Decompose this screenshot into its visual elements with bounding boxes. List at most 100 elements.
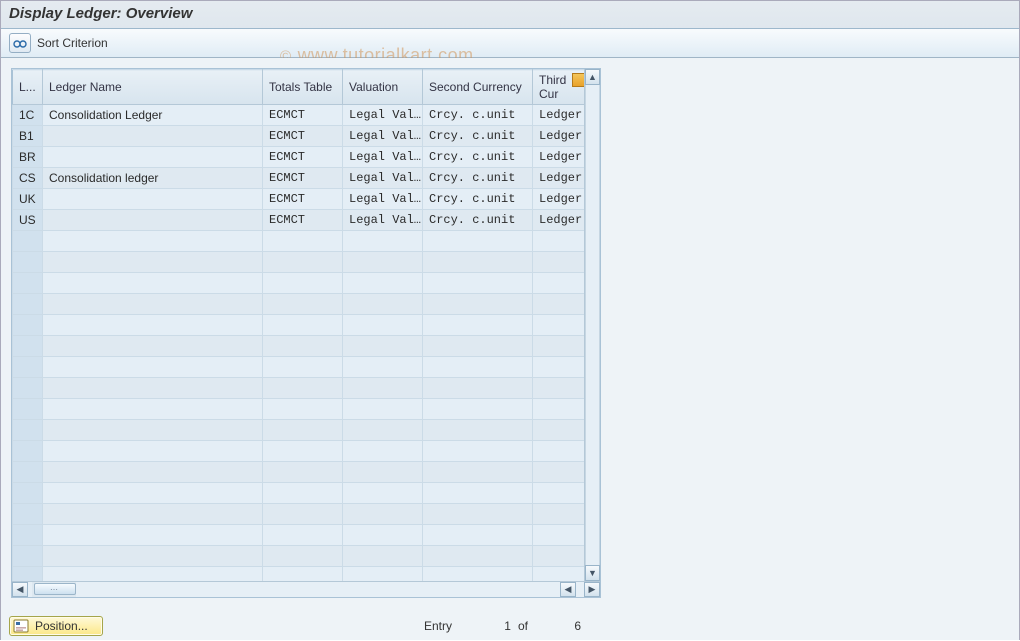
cell-code[interactable]: B1	[13, 126, 43, 147]
configure-columns-icon[interactable]	[572, 73, 584, 87]
cell-totals[interactable]: ECMCT	[263, 126, 343, 147]
cell-empty[interactable]	[43, 378, 263, 399]
cell-empty[interactable]	[343, 357, 423, 378]
cell-empty[interactable]	[423, 357, 533, 378]
scroll-left2-button[interactable]: ◀	[560, 582, 576, 597]
vertical-scrollbar[interactable]: ▲ ▼	[584, 69, 600, 581]
scroll-track-h[interactable]	[76, 582, 560, 597]
table-row-empty[interactable]	[13, 252, 585, 273]
cell-third-currency[interactable]: Ledger c	[533, 105, 585, 126]
table-row-empty[interactable]	[13, 294, 585, 315]
cell-empty[interactable]	[343, 315, 423, 336]
cell-name[interactable]	[43, 126, 263, 147]
table-row-empty[interactable]	[13, 441, 585, 462]
cell-empty[interactable]	[533, 525, 585, 546]
table-row-empty[interactable]	[13, 462, 585, 483]
cell-code[interactable]: US	[13, 210, 43, 231]
scroll-right-button[interactable]: ▶	[584, 582, 600, 597]
table-row-empty[interactable]	[13, 231, 585, 252]
cell-empty[interactable]	[43, 294, 263, 315]
scroll-track-h-left[interactable]	[28, 582, 32, 597]
cell-empty[interactable]	[13, 294, 43, 315]
cell-empty[interactable]	[423, 399, 533, 420]
cell-empty[interactable]	[423, 336, 533, 357]
cell-empty[interactable]	[263, 567, 343, 582]
cell-empty[interactable]	[263, 378, 343, 399]
cell-empty[interactable]	[13, 231, 43, 252]
cell-totals[interactable]: ECMCT	[263, 147, 343, 168]
cell-empty[interactable]	[13, 336, 43, 357]
cell-valuation[interactable]: Legal Val…	[343, 105, 423, 126]
table-row-empty[interactable]	[13, 504, 585, 525]
cell-empty[interactable]	[43, 546, 263, 567]
cell-empty[interactable]	[423, 420, 533, 441]
cell-name[interactable]: Consolidation Ledger	[43, 105, 263, 126]
sort-criterion-label[interactable]: Sort Criterion	[37, 36, 108, 50]
cell-empty[interactable]	[533, 420, 585, 441]
cell-empty[interactable]	[43, 420, 263, 441]
cell-name[interactable]	[43, 189, 263, 210]
cell-third-currency[interactable]: Ledger c	[533, 126, 585, 147]
cell-empty[interactable]	[13, 525, 43, 546]
cell-empty[interactable]	[343, 294, 423, 315]
cell-empty[interactable]	[533, 357, 585, 378]
cell-empty[interactable]	[533, 315, 585, 336]
cell-totals[interactable]: ECMCT	[263, 168, 343, 189]
table-row-empty[interactable]	[13, 399, 585, 420]
cell-empty[interactable]	[423, 378, 533, 399]
cell-empty[interactable]	[533, 336, 585, 357]
cell-empty[interactable]	[343, 462, 423, 483]
cell-empty[interactable]	[263, 273, 343, 294]
cell-empty[interactable]	[343, 504, 423, 525]
cell-third-currency[interactable]: Ledger c	[533, 147, 585, 168]
cell-empty[interactable]	[423, 273, 533, 294]
cell-totals[interactable]: ECMCT	[263, 189, 343, 210]
cell-empty[interactable]	[13, 441, 43, 462]
table-row-empty[interactable]	[13, 420, 585, 441]
cell-empty[interactable]	[423, 525, 533, 546]
cell-second-currency[interactable]: Crcy. c.unit	[423, 126, 533, 147]
cell-code[interactable]: CS	[13, 168, 43, 189]
scroll-up-button[interactable]: ▲	[585, 69, 600, 85]
table-row-empty[interactable]	[13, 357, 585, 378]
cell-empty[interactable]	[533, 462, 585, 483]
cell-empty[interactable]	[263, 294, 343, 315]
cell-empty[interactable]	[533, 378, 585, 399]
cell-valuation[interactable]: Legal Val…	[343, 210, 423, 231]
cell-empty[interactable]	[533, 231, 585, 252]
col-second-currency[interactable]: Second Currency	[423, 70, 533, 105]
cell-empty[interactable]	[263, 231, 343, 252]
cell-empty[interactable]	[13, 546, 43, 567]
cell-code[interactable]: 1C	[13, 105, 43, 126]
scroll-left-button[interactable]: ◀	[12, 582, 28, 597]
cell-third-currency[interactable]: Ledger c	[533, 189, 585, 210]
cell-empty[interactable]	[43, 399, 263, 420]
cell-code[interactable]: BR	[13, 147, 43, 168]
cell-empty[interactable]	[263, 420, 343, 441]
cell-empty[interactable]	[13, 567, 43, 582]
cell-second-currency[interactable]: Crcy. c.unit	[423, 147, 533, 168]
cell-empty[interactable]	[343, 378, 423, 399]
cell-empty[interactable]	[263, 504, 343, 525]
cell-empty[interactable]	[13, 378, 43, 399]
cell-empty[interactable]	[533, 483, 585, 504]
cell-empty[interactable]	[343, 525, 423, 546]
cell-empty[interactable]	[263, 546, 343, 567]
cell-empty[interactable]	[343, 567, 423, 582]
cell-empty[interactable]	[343, 546, 423, 567]
cell-empty[interactable]	[43, 525, 263, 546]
cell-empty[interactable]	[43, 567, 263, 582]
cell-empty[interactable]	[343, 336, 423, 357]
cell-empty[interactable]	[423, 504, 533, 525]
col-third-currency[interactable]: Third Cur	[533, 70, 585, 105]
cell-empty[interactable]	[423, 294, 533, 315]
cell-empty[interactable]	[13, 357, 43, 378]
col-ledger-name[interactable]: Ledger Name	[43, 70, 263, 105]
cell-empty[interactable]	[533, 546, 585, 567]
table-row[interactable]: UKECMCTLegal Val…Crcy. c.unitLedger c	[13, 189, 585, 210]
cell-empty[interactable]	[43, 441, 263, 462]
cell-empty[interactable]	[533, 399, 585, 420]
cell-second-currency[interactable]: Crcy. c.unit	[423, 189, 533, 210]
cell-empty[interactable]	[343, 252, 423, 273]
cell-empty[interactable]	[13, 315, 43, 336]
